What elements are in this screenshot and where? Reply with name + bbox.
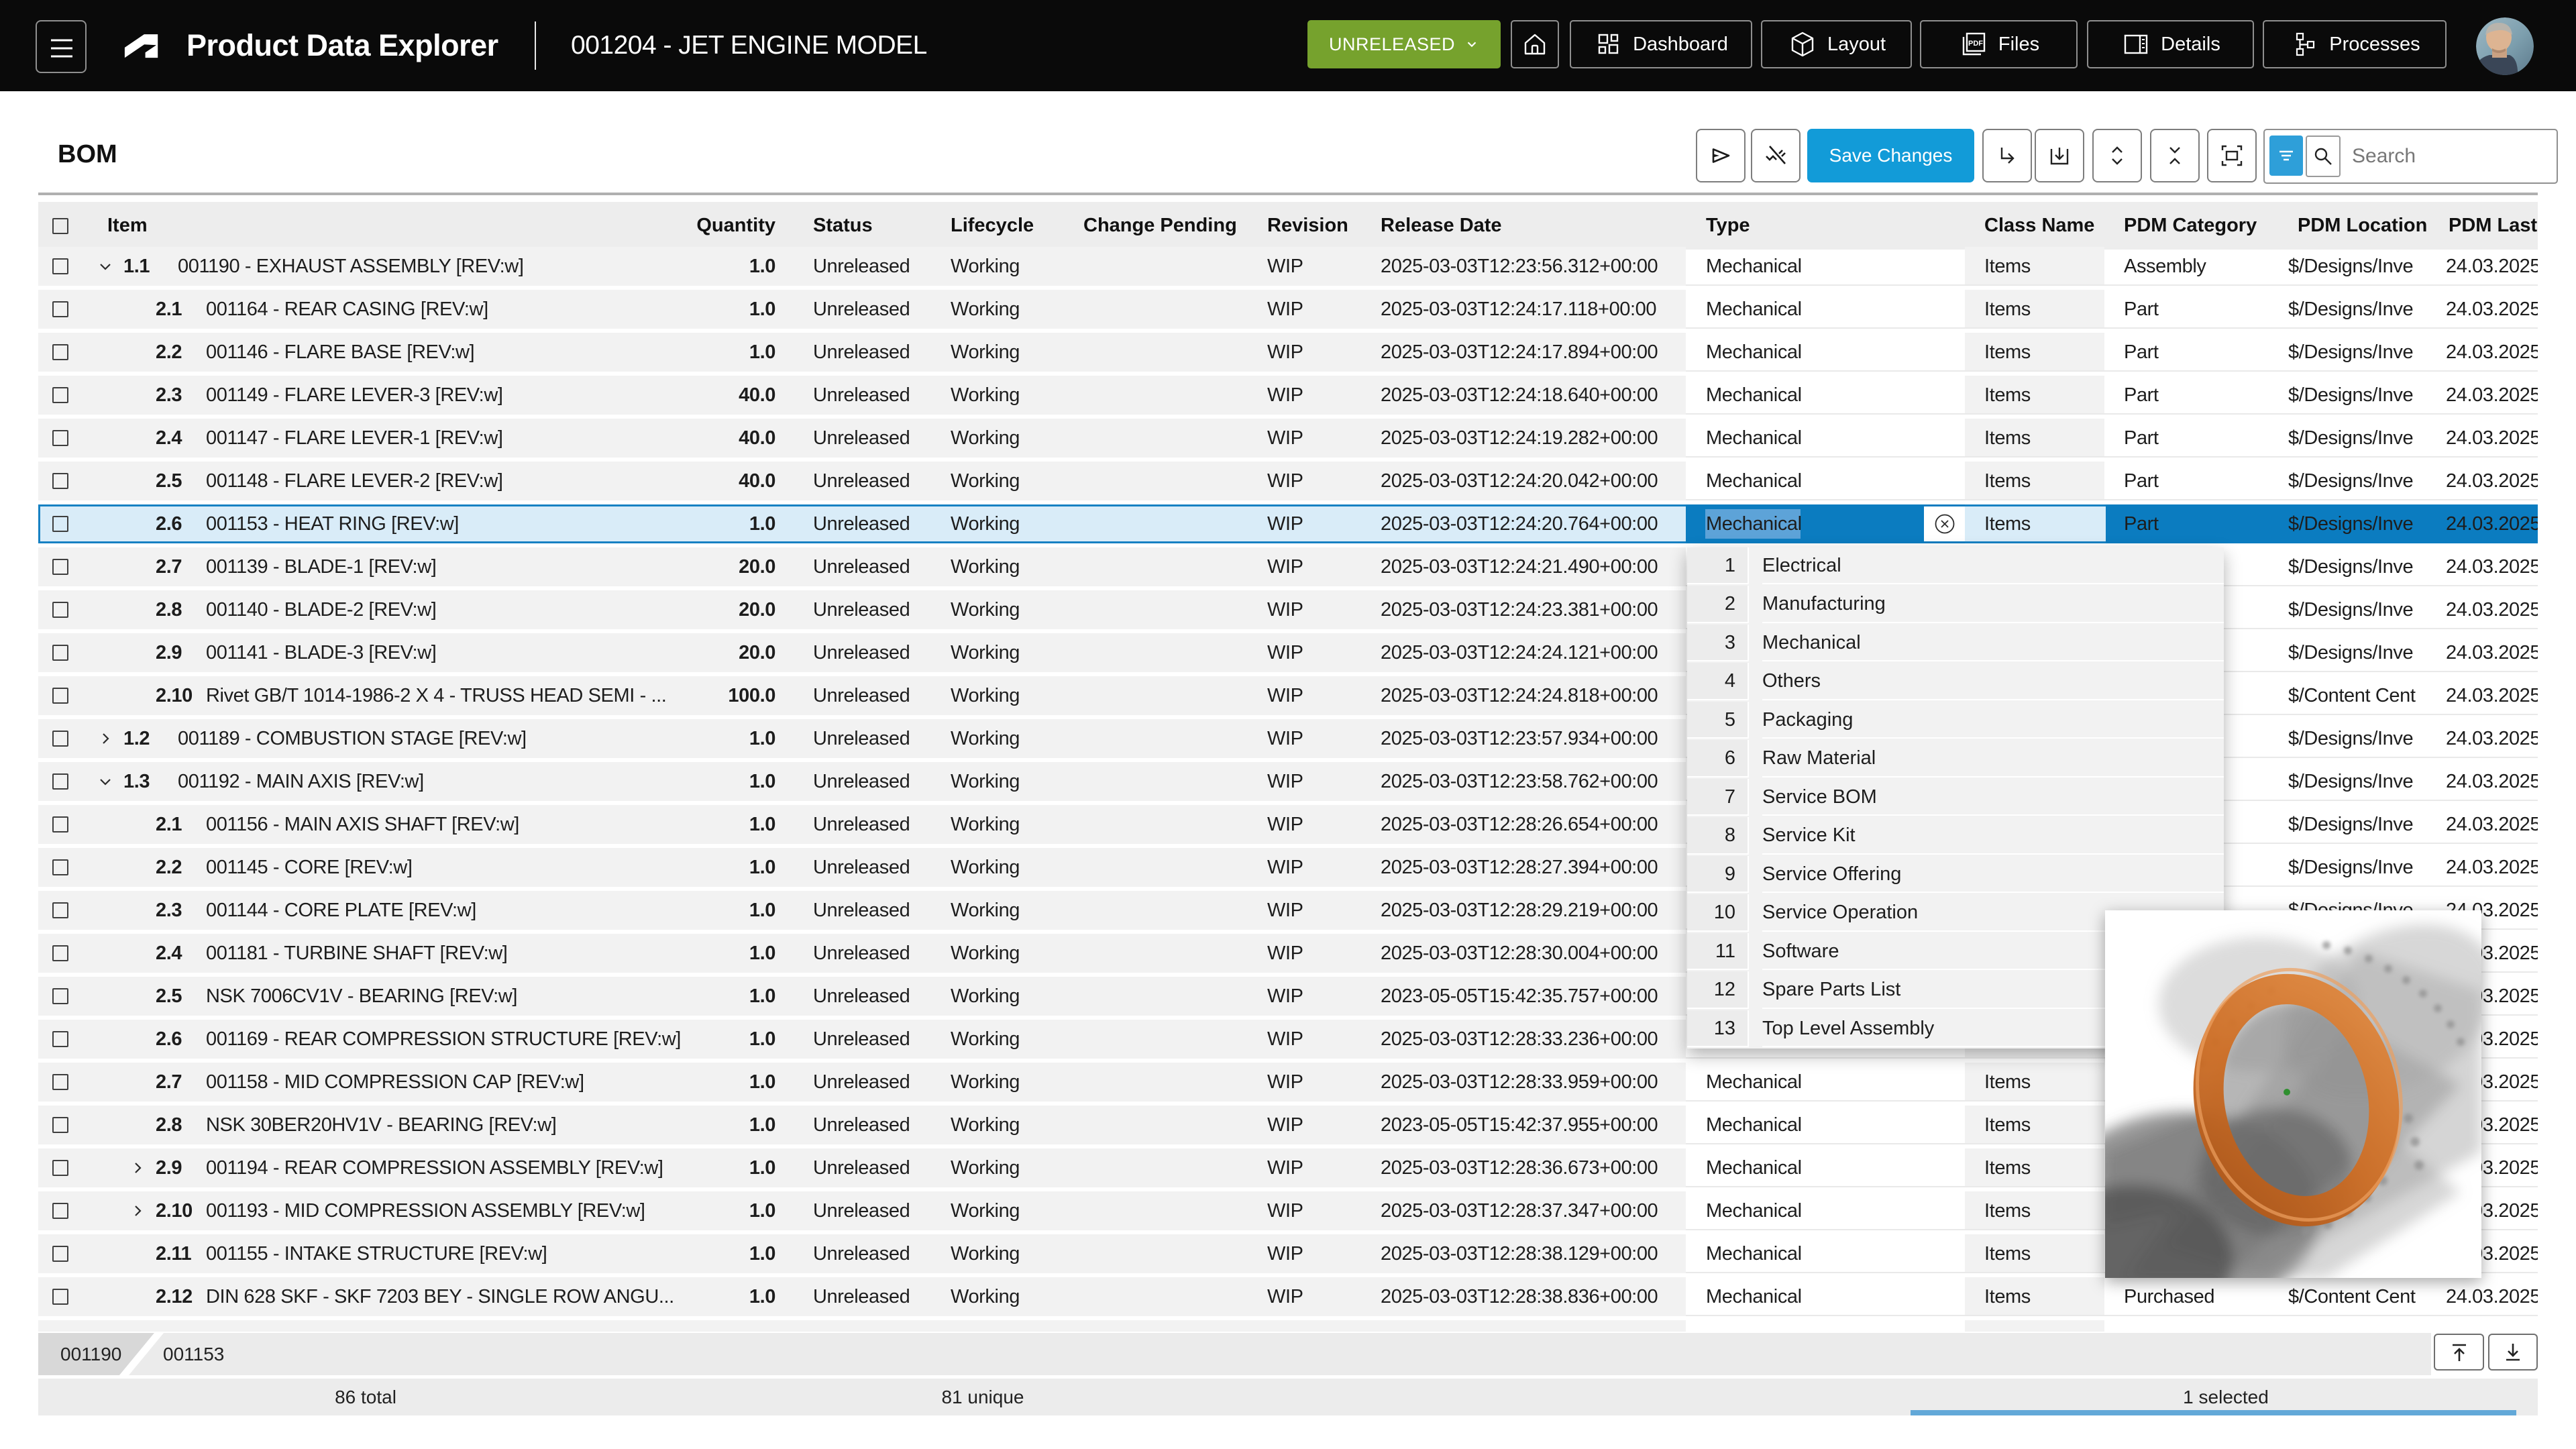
- svg-text:PDF: PDF: [1968, 40, 1983, 48]
